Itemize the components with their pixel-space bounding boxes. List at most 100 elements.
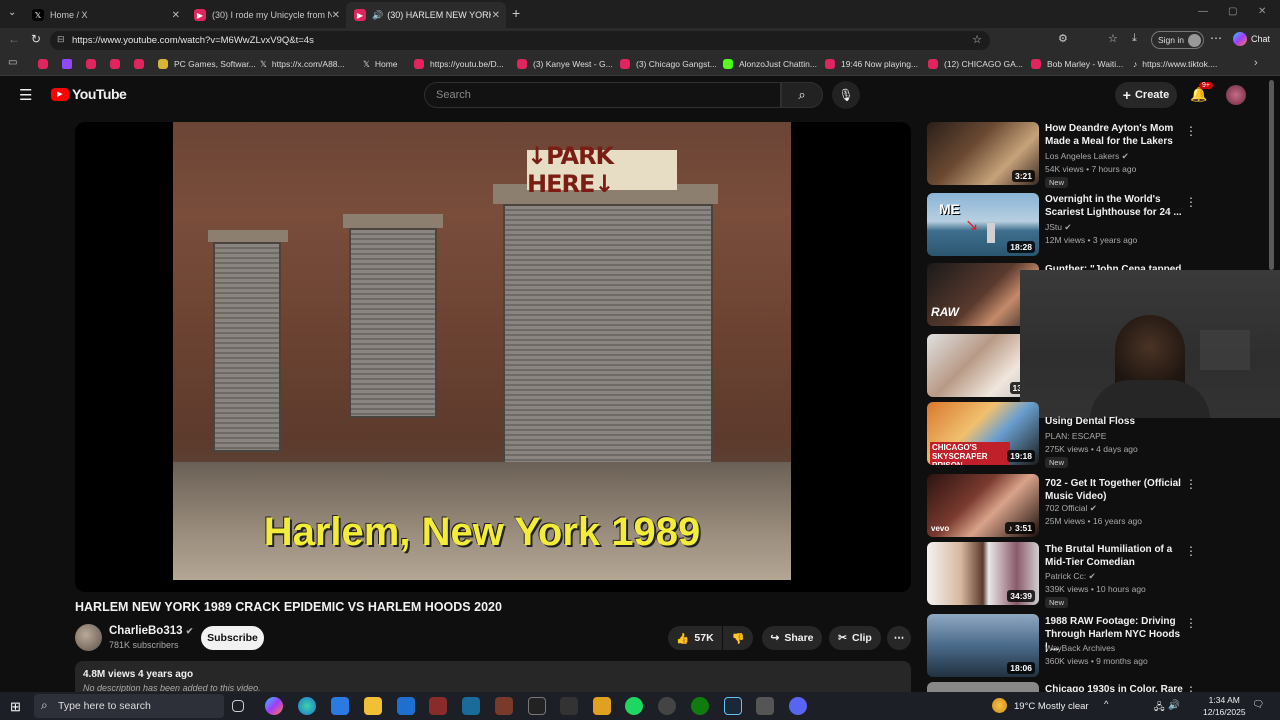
close-icon[interactable]: ✕ [332,10,340,21]
taskbar-search[interactable]: ⌕ Type here to search [34,694,224,718]
video-frame[interactable]: ↓PARK HERE↓ Harlem, New York 1989 [173,122,791,580]
subscribe-button[interactable]: Subscribe [201,626,264,650]
kebab-menu-icon[interactable]: ⋮ [1185,124,1197,138]
sidebar-toggle-icon[interactable]: ▭ [8,57,17,68]
download-icon[interactable]: ⤓ [1132,32,1137,45]
search-input[interactable]: Search [424,82,781,108]
bookmark-item[interactable]: PC Games, Softwar... [158,57,256,71]
youtube-logo[interactable]: ▶ YouTube [51,86,127,102]
avatar[interactable] [1226,85,1246,105]
bookmark-item[interactable]: https://youtu.be/D... [414,57,504,71]
new-tab-icon[interactable]: + [512,5,520,21]
recommendation-title[interactable]: 702 - Get It Together (Official Music Vi… [1045,477,1183,503]
app-icon[interactable] [658,697,676,715]
steam-icon[interactable] [724,697,742,715]
recommendation-item[interactable]: 18:06 1988 RAW Footage: Driving Through … [927,614,1272,678]
tray-chevron-icon[interactable]: ^ [1104,699,1108,710]
more-actions-button[interactable]: ⋯ [887,626,911,650]
recommendation-channel[interactable]: WayBack Archives [1045,643,1115,653]
app-icon[interactable] [560,697,578,715]
video-thumbnail[interactable]: 3:21 [927,122,1039,185]
close-icon[interactable]: ✕ [172,10,180,21]
app-icon[interactable] [756,697,774,715]
kebab-menu-icon[interactable]: ⋮ [1185,684,1197,692]
menu-icon[interactable]: ⋯ [1210,31,1222,45]
task-view-icon[interactable] [232,700,244,712]
youtube-icon[interactable] [86,59,96,69]
volume-icon[interactable]: 🔊 [1168,700,1180,711]
app-icon[interactable] [462,697,480,715]
youtube-icon[interactable] [38,59,48,69]
star-icon[interactable]: ☆ [972,33,982,46]
recommendation-title[interactable]: Overnight in the World's Scariest Lighth… [1045,193,1183,219]
restore-icon[interactable]: ▢ [1228,6,1237,17]
recommendation-item[interactable]: 3:21 How Deandre Ayton's Mom Made a Meal… [927,122,1272,188]
recommendation-item[interactable]: ME ↘ 18:28 Overnight in the World's Scar… [927,193,1272,257]
outlook-icon[interactable] [397,697,415,715]
url-field[interactable]: ⊟ https://www.youtube.com/watch?v=M6WwZL… [50,31,990,50]
youtube-icon[interactable] [134,59,144,69]
back-icon[interactable]: ← [8,32,20,46]
recommendation-title[interactable]: How Deandre Ayton's Mom Made a Meal for … [1045,122,1183,148]
app-icon[interactable] [429,697,447,715]
channel-avatar[interactable] [75,624,102,651]
recommendation-item[interactable]: vevo ♪ 3:51 702 - Get It Together (Offic… [927,474,1272,538]
bookmark-item[interactable]: (12) CHICAGO GA... [928,57,1023,71]
discord-icon[interactable] [789,697,807,715]
video-thumbnail[interactable]: ME ↘ 18:28 [927,193,1039,256]
scrollbar[interactable] [1269,80,1274,270]
app-icon[interactable] [495,697,513,715]
bookmark-item[interactable]: Bob Marley - Waiti... [1031,57,1123,71]
recommendation-channel[interactable]: Los Angeles Lakers ✔ [1045,151,1129,162]
like-button[interactable]: 👍 57K [668,626,722,650]
store-icon[interactable] [331,697,349,715]
bookmark-item[interactable]: 𝕏https://x.com/A88... [260,57,345,71]
weather-icon[interactable] [992,698,1007,713]
recommendation-title[interactable]: Chicago 1930s in Color, Rare [1045,683,1183,692]
recommendation-item[interactable]: CHICAGO'S SKYSCRAPER PRISON 19:18 Using … [927,402,1272,468]
reload-icon[interactable]: ↻ [31,32,41,46]
favorites-icon[interactable]: ☆ [1108,32,1118,45]
kebab-menu-icon[interactable]: ⋮ [1185,195,1197,209]
channel-name[interactable]: CharlieBo313 ✔ [109,625,193,637]
video-thumbnail[interactable] [927,682,1039,692]
recommendation-channel[interactable]: JStu ✔ [1045,222,1072,233]
copilot-chat-button[interactable]: Chat [1233,32,1270,46]
windows-start-icon[interactable]: ⊞ [10,699,21,715]
share-button[interactable]: ↪ Share [762,626,822,650]
minimize-icon[interactable]: — [1198,6,1208,17]
chevron-right-icon[interactable]: › [1254,57,1258,69]
bookmark-item[interactable]: ♪ https://www.tiktok.... [1133,57,1217,71]
notification-center-icon[interactable]: 🗨 [1252,699,1264,710]
voice-search-button[interactable]: 🎙 [832,81,860,109]
create-button[interactable]: + Create [1115,82,1177,108]
kebab-menu-icon[interactable]: ⋮ [1185,544,1197,558]
tab-harlem[interactable]: ▶ 🔊 (30) HARLEM NEW YORK 198 ✕ [346,2,506,28]
tab-home-x[interactable]: 𝕏 Home / X ✕ [24,2,186,28]
recommendation-channel[interactable]: PLAN: ESCAPE [1045,431,1106,441]
recommendation-channel[interactable]: Patrick Cc: ✔ [1045,571,1096,582]
tab-unicycle[interactable]: ▶ (30) I rode my Unicycle from NYC ✕ [186,2,346,28]
bookmark-item[interactable]: (3) Kanye West - G... [517,57,613,71]
clock[interactable]: 1:34 AM 12/16/2025 [1203,694,1246,718]
youtube-icon[interactable] [110,59,120,69]
twitch-icon[interactable] [62,59,72,69]
sign-in-button[interactable]: Sign in [1151,31,1204,49]
spotify-icon[interactable] [625,697,643,715]
recommendation-item[interactable]: Chicago 1930s in Color, Rare ⋮ [927,682,1272,692]
extensions-icon[interactable]: ⚙ [1058,32,1068,45]
video-player[interactable]: ↓PARK HERE↓ Harlem, New York 1989 [75,122,911,592]
edge-icon[interactable] [298,697,316,715]
close-window-icon[interactable]: ✕ [1258,6,1266,17]
video-thumbnail[interactable]: CHICAGO'S SKYSCRAPER PRISON 19:18 [927,402,1039,465]
weather-text[interactable]: 19°C Mostly clear [1014,701,1089,712]
recommendation-item[interactable]: 34:39 The Brutal Humiliation of a Mid-Ti… [927,542,1272,608]
file-explorer-icon[interactable] [364,697,382,715]
kebab-menu-icon[interactable]: ⋮ [1185,616,1197,630]
speaker-icon[interactable]: 🔊 [372,10,383,21]
kebab-menu-icon[interactable]: ⋮ [1185,477,1197,491]
close-icon[interactable]: ✕ [492,10,500,21]
bookmark-item[interactable]: (3) Chicago Gangst... [620,57,717,71]
bookmark-item[interactable]: 𝕏 Home [363,57,398,71]
copilot-icon[interactable] [265,697,283,715]
